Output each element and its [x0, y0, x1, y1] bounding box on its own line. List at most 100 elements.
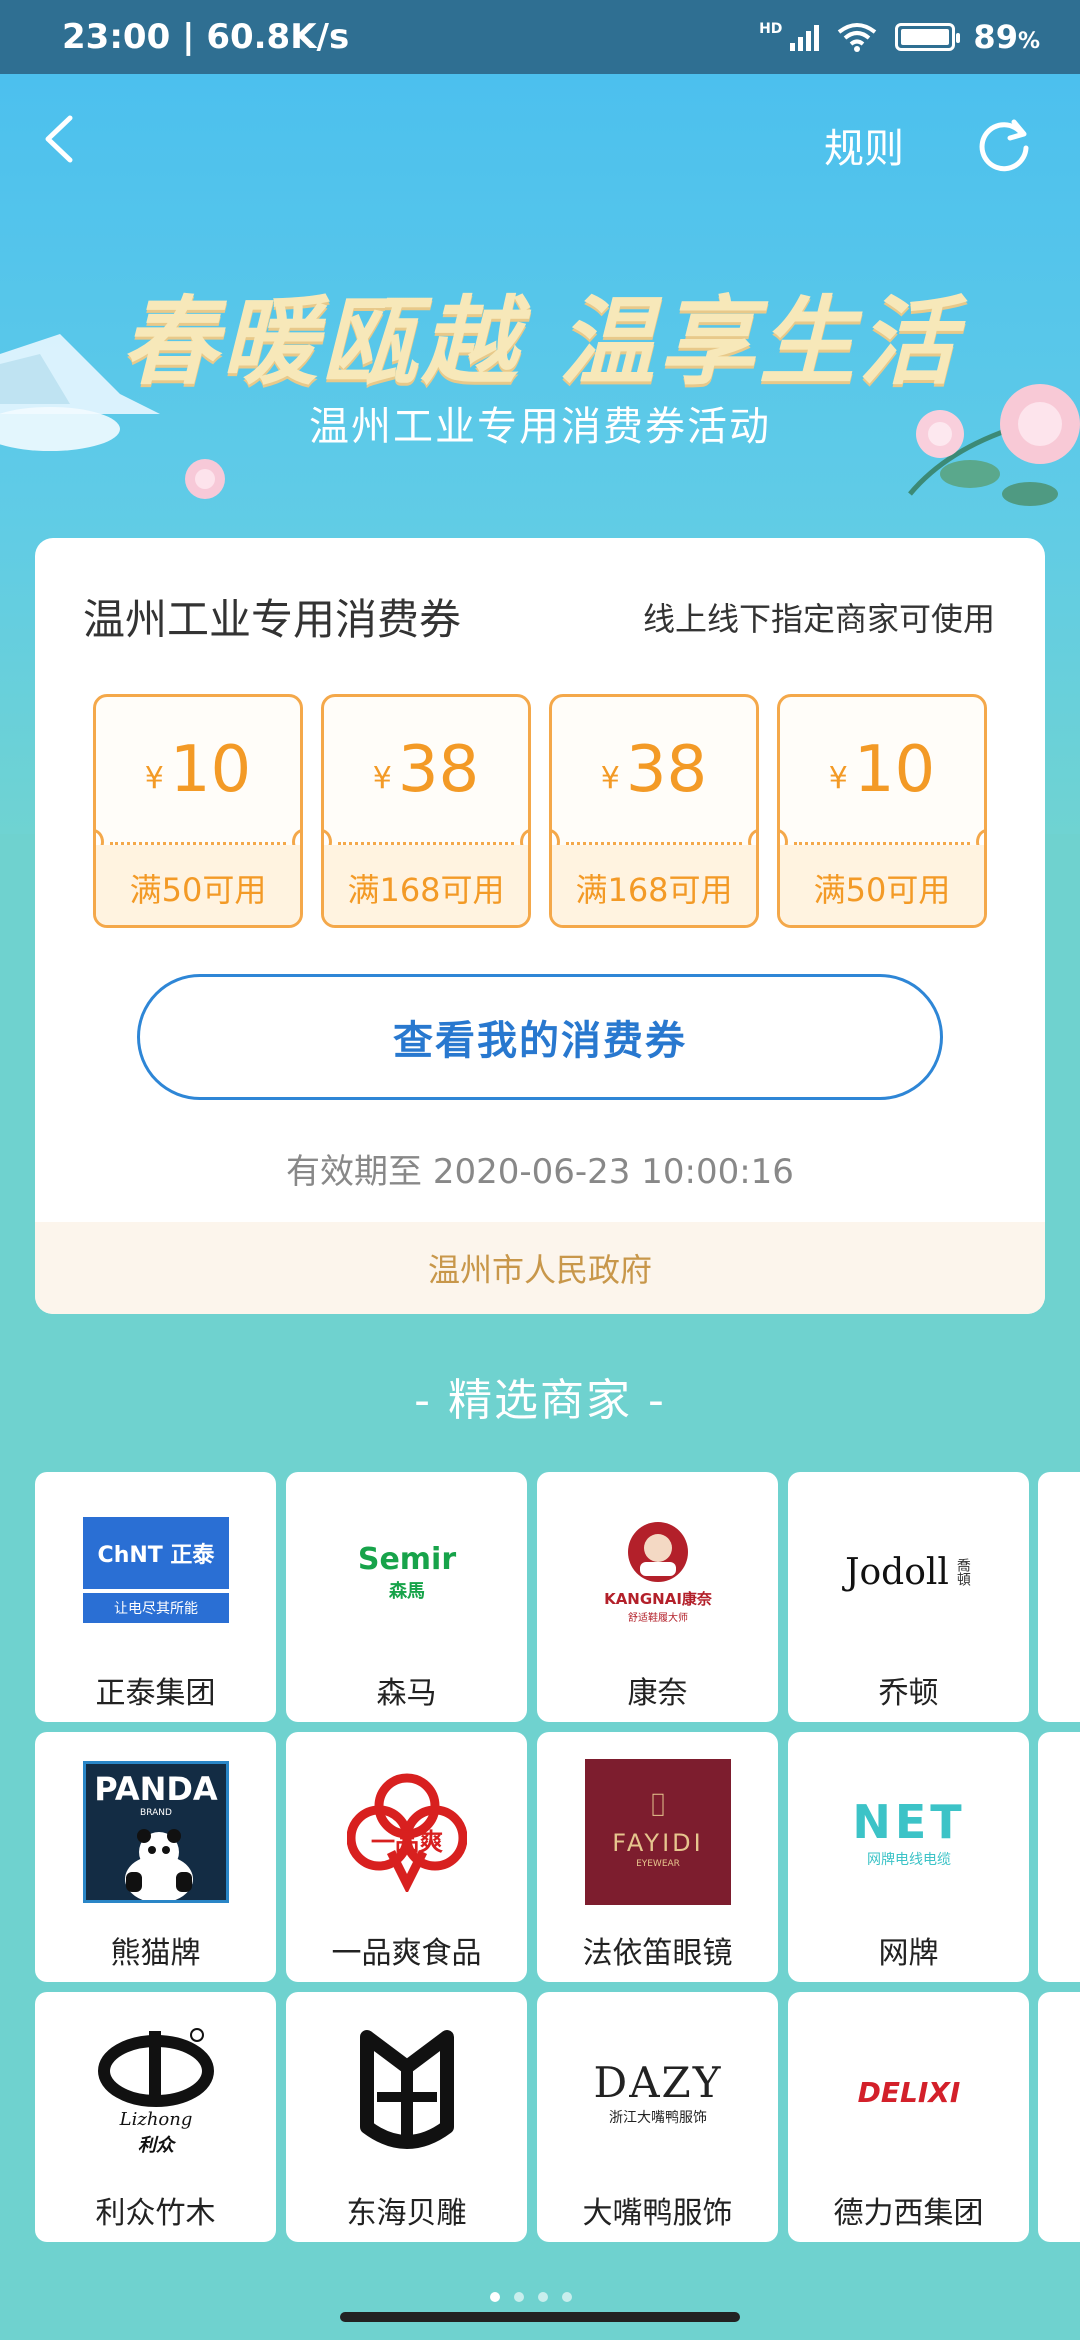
validity-text: 有效期至 2020-06-23 10:00:16	[286, 1152, 794, 1192]
logo-text: KANGNAI康奈	[604, 1590, 712, 1608]
merchant-name: 森马	[376, 1676, 437, 1711]
coupon-amount: 38	[625, 732, 708, 807]
merchant-card[interactable]: PANDA BRAND 熊猫牌	[35, 1732, 276, 1982]
panda-logo: PANDA BRAND	[81, 1761, 231, 1903]
coupon-item[interactable]: ¥38 满168可用	[321, 694, 531, 928]
donghai-shell-carving-logo	[332, 2030, 482, 2152]
page-dot	[490, 2292, 500, 2302]
featured-merchants-title: - 精选商家 -	[414, 1375, 666, 1426]
battery-icon	[895, 23, 961, 51]
logo-text: 一品爽	[371, 1828, 443, 1856]
voucher-card: 温州工业专用消费券 线上线下指定商家可使用 ¥10 满50可用 ¥38 满168…	[35, 538, 1045, 1314]
merchant-card[interactable]: Semir 森馬 森马	[286, 1472, 527, 1722]
merchant-name: 大嘴鸭服饰	[582, 2196, 733, 2231]
flower-icon	[185, 459, 225, 499]
logo-text: Jodoll	[845, 1551, 949, 1593]
issuer-footer: 温州市人民政府	[35, 1222, 1045, 1314]
coupon-currency: ¥	[600, 761, 620, 796]
lizhong-logo: Lizhong 利众	[81, 2028, 231, 2156]
logo-text: Lizhong	[119, 2109, 193, 2130]
merchant-card-partial[interactable]	[1038, 1732, 1080, 1982]
chnt-logo: ChNT 正泰 让电尽其所能	[81, 1512, 231, 1632]
logo-subtext: 森馬	[388, 1580, 425, 1602]
voucher-usage-note: 线上线下指定商家可使用	[642, 600, 995, 638]
logo-text: PANDA	[94, 1770, 218, 1808]
logo-subtext: 利众	[138, 2135, 174, 2156]
merchant-name: 乔顿	[878, 1676, 939, 1711]
page-indicator	[490, 2292, 572, 2302]
logo-subtext: 喬頓	[954, 1558, 971, 1586]
coupon-condition: 满50可用	[780, 845, 984, 925]
signal-icon	[790, 23, 820, 51]
coupon-item[interactable]: ¥10 满50可用	[777, 694, 987, 928]
coupon-condition: 满168可用	[324, 845, 528, 925]
logo-text: DELIXI	[857, 2075, 961, 2109]
logo-text: FAYIDI	[612, 1829, 704, 1857]
merchant-name: 法依笛眼镜	[582, 1936, 733, 1971]
battery-percent: 89	[973, 18, 1018, 56]
merchant-name: 一品爽食品	[331, 1936, 482, 1971]
logo-subtext: EYEWEAR	[636, 1859, 680, 1869]
merchant-card[interactable]: 一品爽 一品爽食品	[286, 1732, 527, 1982]
status-bar: 23:00 | 60.8K/s HD 89%	[0, 0, 1080, 74]
merchant-card[interactable]: 东海贝雕	[286, 1992, 527, 2242]
net-logo: NET 网牌电线电缆	[834, 1772, 984, 1892]
logo-subtext: 让电尽其所能	[83, 1593, 229, 1623]
merchant-card[interactable]: Jodoll 喬頓 乔顿	[788, 1472, 1029, 1722]
logo-text: DAZY	[593, 2057, 723, 2107]
merchant-card[interactable]: DELIXI 德力西集团	[788, 1992, 1029, 2242]
merchant-card[interactable]: Lizhong 利众 利众竹木	[35, 1992, 276, 2242]
top-nav: 规则	[0, 74, 1080, 214]
logo-subtext: BRAND	[140, 1808, 172, 1818]
merchant-card[interactable]: NET 网牌电线电缆 网牌	[788, 1732, 1029, 1982]
network-type-label: HD	[759, 21, 783, 37]
merchant-name: 康奈	[627, 1676, 688, 1711]
page-dot	[538, 2292, 548, 2302]
back-icon[interactable]	[40, 114, 90, 164]
coupon-condition: 满50可用	[96, 845, 300, 925]
page-dot	[562, 2292, 572, 2302]
coupon-currency: ¥	[828, 761, 848, 796]
coupon-currency: ¥	[144, 761, 164, 796]
merchant-card[interactable]: ⌷ FAYIDI EYEWEAR 法依笛眼镜	[537, 1732, 778, 1982]
merchant-card-partial[interactable]	[1038, 1472, 1080, 1722]
coupon-item[interactable]: ¥38 满168可用	[549, 694, 759, 928]
logo-subtext: 网牌电线电缆	[867, 1852, 951, 1868]
merchant-card[interactable]: DAZY 浙江大嘴鸭服饰 大嘴鸭服饰	[537, 1992, 778, 2242]
coupon-condition: 满168可用	[552, 845, 756, 925]
status-time-speed: 23:00 | 60.8K/s	[62, 17, 350, 57]
home-indicator[interactable]	[340, 2312, 740, 2322]
flower-cluster-icon	[908, 384, 1080, 506]
fayidi-logo: ⌷ FAYIDI EYEWEAR	[583, 1759, 733, 1905]
merchant-name: 利众竹木	[95, 2196, 216, 2231]
coupon-amount: 10	[169, 732, 252, 807]
view-my-vouchers-button[interactable]: 查看我的消费券	[137, 974, 943, 1100]
coupon-currency: ¥	[372, 761, 392, 796]
merchant-card[interactable]: ChNT 正泰 让电尽其所能 正泰集团	[35, 1472, 276, 1722]
logo-text: Semir	[357, 1541, 457, 1577]
logo-text: ChNT 正泰	[83, 1517, 229, 1589]
merchant-name: 熊猫牌	[110, 1936, 201, 1971]
logo-subtext: 浙江大嘴鸭服饰	[608, 2109, 707, 2126]
logo-subtext: 舒适鞋履大师	[628, 1613, 688, 1624]
battery-unit: %	[1017, 29, 1040, 54]
coupon-amount: 10	[853, 732, 936, 807]
yipinshuang-logo: 一品爽	[332, 1772, 482, 1892]
kangnai-logo: KANGNAI康奈 舒适鞋履大师	[583, 1512, 733, 1632]
delixi-logo: DELIXI	[834, 2032, 984, 2152]
coupon-amount: 38	[397, 732, 480, 807]
merchant-card[interactable]: KANGNAI康奈 舒适鞋履大师 康奈	[537, 1472, 778, 1722]
jodoll-logo: Jodoll 喬頓	[834, 1512, 984, 1632]
refresh-icon[interactable]	[974, 114, 1034, 174]
merchant-name: 网牌	[878, 1936, 939, 1971]
merchant-card-partial[interactable]	[1038, 1992, 1080, 2242]
merchant-name: 东海贝雕	[346, 2196, 467, 2231]
semir-logo: Semir 森馬	[332, 1512, 482, 1632]
merchant-name: 德力西集团	[833, 2196, 984, 2231]
page-dot	[514, 2292, 524, 2302]
voucher-card-title: 温州工业专用消费券	[83, 595, 462, 644]
coupon-item[interactable]: ¥10 满50可用	[93, 694, 303, 928]
rules-link[interactable]: 规则	[824, 116, 904, 174]
logo-text: NET	[852, 1795, 966, 1849]
coupon-list: ¥10 满50可用 ¥38 满168可用 ¥38 满168可用 ¥10 满50可…	[93, 694, 987, 928]
